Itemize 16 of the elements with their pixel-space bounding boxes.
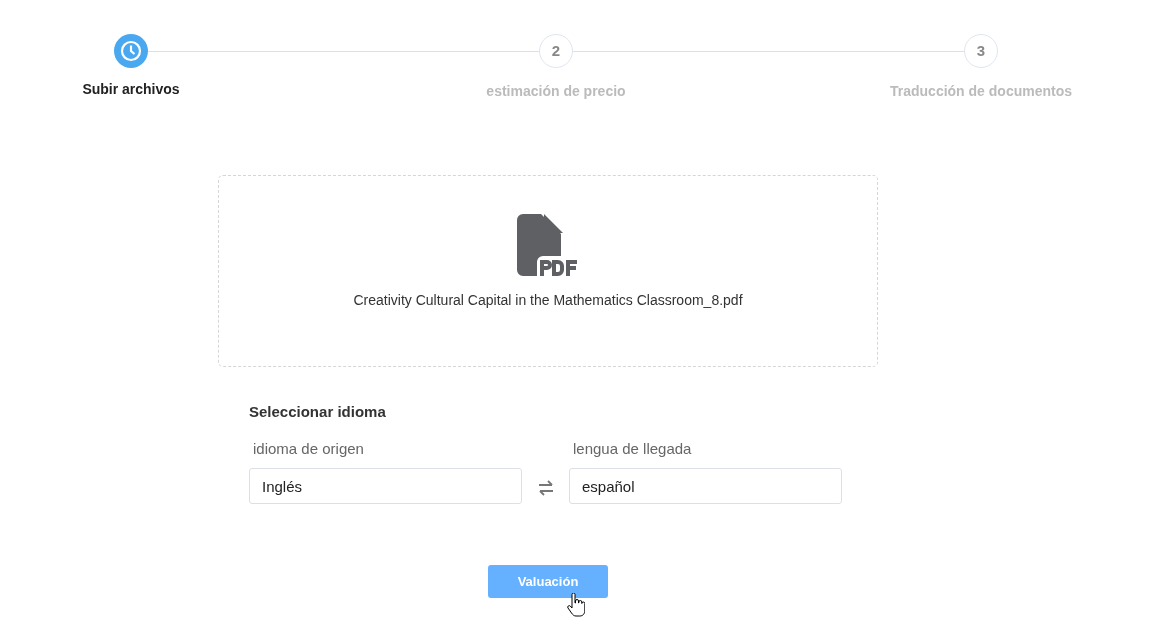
field-label: lengua de llegada [573,438,693,459]
swap-icon[interactable] [537,480,554,496]
section-heading: Seleccionar idioma [249,402,387,422]
pdf-file-icon [517,214,579,276]
step-label: Traducción de documentos [890,82,1072,101]
step-number[interactable]: 3 [964,34,998,68]
target-language-field[interactable]: español [569,468,842,504]
source-language-field[interactable]: Inglés [249,468,522,504]
clock-icon[interactable] [114,34,148,68]
hand-cursor-icon [567,593,585,617]
file-name: Creativity Cultural Capital in the Mathematics Classroom_8.pdf [353,291,743,310]
step-number[interactable]: 2 [539,34,573,68]
field-label: idioma de origen [253,438,365,459]
step-label: Subir archivos [82,80,180,99]
upload-area[interactable]: Creativity Cultural Capital in the Mathematics Classroom_8.pdf [218,175,878,367]
step-label: estimación de precio [486,82,626,101]
